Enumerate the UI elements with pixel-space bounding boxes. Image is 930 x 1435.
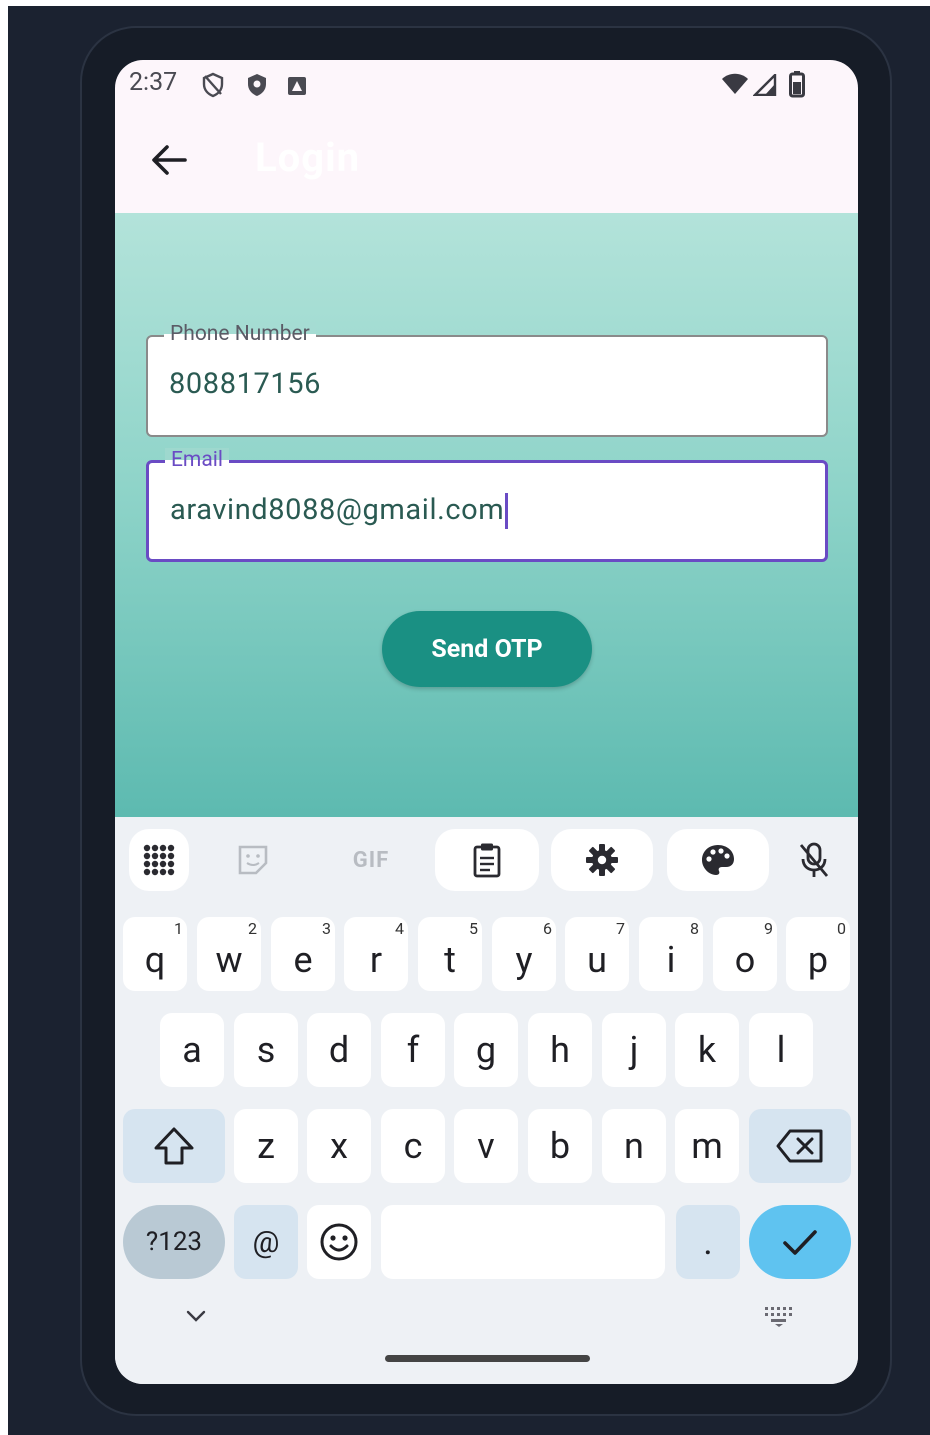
clipboard-icon — [473, 843, 501, 878]
key-a[interactable]: a — [160, 1013, 224, 1087]
key-j[interactable]: j — [602, 1013, 666, 1087]
key-u[interactable]: 7u — [565, 917, 629, 991]
phone-number-field[interactable]: Phone Number 808817156 — [146, 322, 828, 437]
key-t[interactable]: 5t — [418, 917, 482, 991]
email-value: aravind8088@gmail.com — [170, 493, 505, 527]
phone-screen: 2:37 Login Phone Number 808817156 Email … — [115, 60, 858, 1384]
palette-icon — [702, 845, 734, 875]
backspace-icon — [776, 1129, 823, 1163]
app-bar: Login — [115, 110, 858, 213]
backspace-key[interactable] — [749, 1109, 851, 1183]
gear-icon — [586, 844, 618, 876]
key-p[interactable]: 0p — [786, 917, 850, 991]
key-n[interactable]: n — [602, 1109, 666, 1183]
theme-button[interactable] — [667, 829, 769, 891]
key-i[interactable]: 8i — [639, 917, 703, 991]
key-v[interactable]: v — [454, 1109, 518, 1183]
key-c[interactable]: c — [381, 1109, 445, 1183]
key-m[interactable]: m — [675, 1109, 739, 1183]
symbols-key[interactable]: ?123 — [123, 1205, 225, 1279]
key-k[interactable]: k — [675, 1013, 739, 1087]
key-s[interactable]: s — [234, 1013, 298, 1087]
status-bar: 2:37 — [115, 60, 858, 110]
email-field[interactable]: Email aravind8088@gmail.com — [146, 448, 828, 562]
key-f[interactable]: f — [381, 1013, 445, 1087]
shield-icon — [248, 74, 266, 96]
key-q[interactable]: 1q — [123, 917, 187, 991]
battery-icon — [789, 71, 805, 98]
grid-icon — [143, 844, 175, 876]
page-title: Login — [255, 134, 361, 181]
key-d[interactable]: d — [307, 1013, 371, 1087]
home-indicator[interactable] — [385, 1355, 590, 1362]
key-z[interactable]: z — [234, 1109, 298, 1183]
notification-icon — [288, 77, 306, 95]
shield-off-icon — [202, 72, 224, 98]
keyboard-switch-icon[interactable] — [763, 1305, 795, 1327]
sticker-icon — [238, 845, 268, 875]
key-e[interactable]: 3e — [271, 917, 335, 991]
phone-number-value: 808817156 — [169, 367, 322, 401]
keyboard-apps-button[interactable] — [129, 829, 189, 891]
checkmark-icon — [783, 1230, 817, 1255]
emoji-icon — [320, 1223, 358, 1261]
clipboard-button[interactable] — [435, 829, 539, 891]
key-h[interactable]: h — [528, 1013, 592, 1087]
at-key[interactable]: @ — [234, 1205, 298, 1279]
login-form: Phone Number 808817156 Email aravind8088… — [115, 213, 858, 817]
cellular-signal-icon — [753, 74, 777, 96]
key-b[interactable]: b — [528, 1109, 592, 1183]
gif-button[interactable]: GIF — [319, 829, 423, 891]
chevron-down-icon[interactable] — [185, 1309, 207, 1323]
arrow-back-icon[interactable] — [145, 136, 193, 184]
shift-icon — [154, 1127, 194, 1165]
key-g[interactable]: g — [454, 1013, 518, 1087]
period-key[interactable]: . — [676, 1205, 740, 1279]
soft-keyboard: GIF 1 q 2 w 3 e 4 r 5 t 6 y 7 u 8 i 9 o … — [115, 817, 858, 1384]
emoji-key[interactable] — [307, 1205, 371, 1279]
key-w[interactable]: 2w — [197, 917, 261, 991]
sticker-button[interactable] — [203, 829, 303, 891]
shift-key[interactable] — [123, 1109, 225, 1183]
keyboard-settings-button[interactable] — [551, 829, 653, 891]
status-time: 2:37 — [129, 68, 178, 97]
key-x[interactable]: x — [307, 1109, 371, 1183]
wifi-icon — [722, 73, 748, 94]
send-otp-button[interactable]: Send OTP — [382, 611, 592, 687]
text-cursor — [505, 493, 509, 530]
key-y[interactable]: 6y — [492, 917, 556, 991]
key-o[interactable]: 9o — [713, 917, 777, 991]
email-label: Email — [165, 448, 229, 472]
keyboard-nav-bar — [115, 1297, 858, 1384]
mic-off-icon — [799, 842, 829, 877]
email-value-wrapper: aravind8088@gmail.com — [170, 493, 509, 530]
phone-number-label: Phone Number — [164, 322, 316, 346]
key-r[interactable]: 4r — [344, 917, 408, 991]
voice-input-button[interactable] — [779, 829, 849, 891]
space-key[interactable] — [381, 1205, 665, 1279]
key-l[interactable]: l — [749, 1013, 813, 1087]
enter-key[interactable] — [749, 1205, 851, 1279]
